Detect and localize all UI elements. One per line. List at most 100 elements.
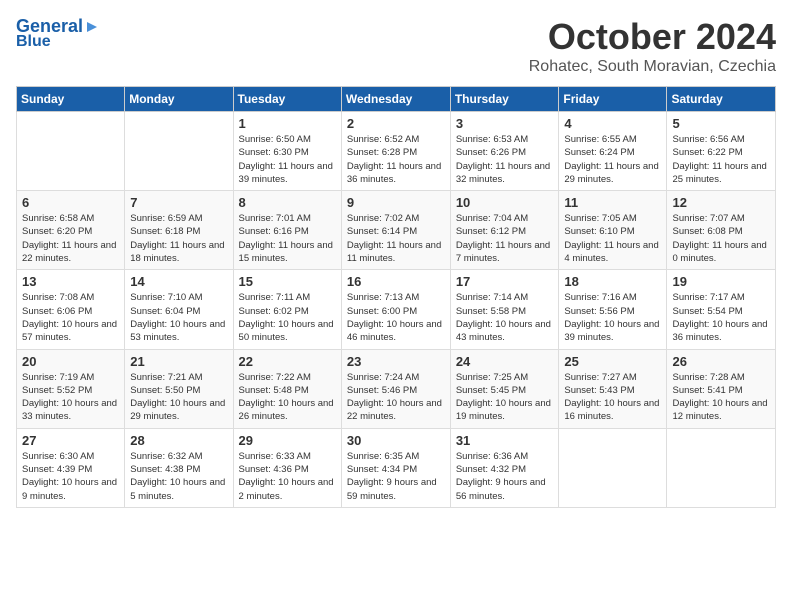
day-cell: 6Sunrise: 6:58 AM Sunset: 6:20 PM Daylig… [17,191,125,270]
day-cell: 30 Sunrise: 6:35 AM Sunset: 4:34 PM Dayli… [341,428,450,507]
location-subtitle: Rohatec, South Moravian, Czechia [529,58,776,76]
day-detail: Sunrise: 7:27 AM Sunset: 5:43 PM Dayligh… [564,371,661,424]
header-wednesday: Wednesday [341,87,450,112]
day-number: 5 [672,116,770,131]
day-cell: 8Sunrise: 7:01 AM Sunset: 6:16 PM Daylig… [233,191,341,270]
day-number: 8 [239,195,336,210]
day-number: 23 [347,354,445,369]
day-detail: Sunrise: 7:04 AM Sunset: 6:12 PM Dayligh… [456,212,554,265]
header-sunday: Sunday [17,87,125,112]
day-detail: Sunrise: 6:50 AM Sunset: 6:30 PM Dayligh… [239,133,336,186]
day-number: 22 [239,354,336,369]
day-number: 18 [564,274,661,289]
day-detail: Sunrise: 7:28 AM Sunset: 5:41 PM Dayligh… [672,371,770,424]
day-cell: 5Sunrise: 6:56 AM Sunset: 6:22 PM Daylig… [667,112,776,191]
day-detail: Sunrise: 6:52 AM Sunset: 6:28 PM Dayligh… [347,133,445,186]
day-detail: Sunrise: 7:19 AM Sunset: 5:52 PM Dayligh… [22,371,119,424]
header-monday: Monday [125,87,233,112]
day-number: 19 [672,274,770,289]
header-saturday: Saturday [667,87,776,112]
day-cell: 17 Sunrise: 7:14 AM Sunset: 5:58 PM Dayli… [450,270,559,349]
day-detail: Sunrise: 7:22 AM Sunset: 5:48 PM Dayligh… [239,371,336,424]
day-number: 27 [22,433,119,448]
logo: General Blue [16,16,101,51]
day-cell: 29 Sunrise: 6:33 AM Sunset: 4:36 PM Dayli… [233,428,341,507]
day-cell: 24 Sunrise: 7:25 AM Sunset: 5:45 PM Dayli… [450,349,559,428]
day-detail: Sunrise: 7:13 AM Sunset: 6:00 PM Dayligh… [347,291,445,344]
day-cell: 31 Sunrise: 6:36 AM Sunset: 4:32 PM Dayli… [450,428,559,507]
header-tuesday: Tuesday [233,87,341,112]
logo-blue-text: Blue [16,33,51,50]
day-number: 31 [456,433,554,448]
day-number: 13 [22,274,119,289]
day-cell: 27Sunrise: 6:30 AM Sunset: 4:39 PM Dayli… [17,428,125,507]
day-cell [125,112,233,191]
title-block: October 2024 Rohatec, South Moravian, Cz… [529,16,776,76]
day-cell [667,428,776,507]
day-cell: 22 Sunrise: 7:22 AM Sunset: 5:48 PM Dayli… [233,349,341,428]
day-number: 9 [347,195,445,210]
day-detail: Sunrise: 6:36 AM Sunset: 4:32 PM Dayligh… [456,450,554,503]
day-detail: Sunrise: 7:17 AM Sunset: 5:54 PM Dayligh… [672,291,770,344]
day-cell: 28 Sunrise: 6:32 AM Sunset: 4:38 PM Dayli… [125,428,233,507]
day-number: 26 [672,354,770,369]
day-cell [559,428,667,507]
day-detail: Sunrise: 7:10 AM Sunset: 6:04 PM Dayligh… [130,291,227,344]
day-cell: 14 Sunrise: 7:10 AM Sunset: 6:04 PM Dayli… [125,270,233,349]
day-detail: Sunrise: 6:59 AM Sunset: 6:18 PM Dayligh… [130,212,227,265]
day-detail: Sunrise: 6:33 AM Sunset: 4:36 PM Dayligh… [239,450,336,503]
day-cell: 1 Sunrise: 6:50 AM Sunset: 6:30 PM Daylig… [233,112,341,191]
day-detail: Sunrise: 7:07 AM Sunset: 6:08 PM Dayligh… [672,212,770,265]
day-cell: 9 Sunrise: 7:02 AM Sunset: 6:14 PM Daylig… [341,191,450,270]
day-detail: Sunrise: 6:35 AM Sunset: 4:34 PM Dayligh… [347,450,445,503]
week-row-4: 20 Sunrise: 7:19 AM Sunset: 5:52 PM Dayli… [17,349,776,428]
header-thursday: Thursday [450,87,559,112]
day-detail: Sunrise: 6:53 AM Sunset: 6:26 PM Dayligh… [456,133,554,186]
day-cell: 26 Sunrise: 7:28 AM Sunset: 5:41 PM Dayli… [667,349,776,428]
day-cell: 13 Sunrise: 7:08 AM Sunset: 6:06 PM Dayli… [17,270,125,349]
day-cell: 2Sunrise: 6:52 AM Sunset: 6:28 PM Daylig… [341,112,450,191]
day-detail: Sunrise: 7:16 AM Sunset: 5:56 PM Dayligh… [564,291,661,344]
logo-arrow-icon [83,18,101,36]
day-number: 6 [22,195,119,210]
day-cell: 25Sunrise: 7:27 AM Sunset: 5:43 PM Dayli… [559,349,667,428]
week-row-1: 1 Sunrise: 6:50 AM Sunset: 6:30 PM Daylig… [17,112,776,191]
month-title: October 2024 [529,16,776,58]
day-detail: Sunrise: 7:11 AM Sunset: 6:02 PM Dayligh… [239,291,336,344]
day-number: 30 [347,433,445,448]
day-detail: Sunrise: 7:02 AM Sunset: 6:14 PM Dayligh… [347,212,445,265]
day-cell: 18 Sunrise: 7:16 AM Sunset: 5:56 PM Dayli… [559,270,667,349]
day-number: 24 [456,354,554,369]
day-cell: 20 Sunrise: 7:19 AM Sunset: 5:52 PM Dayli… [17,349,125,428]
day-detail: Sunrise: 6:32 AM Sunset: 4:38 PM Dayligh… [130,450,227,503]
day-number: 1 [239,116,336,131]
day-cell: 23 Sunrise: 7:24 AM Sunset: 5:46 PM Dayli… [341,349,450,428]
day-detail: Sunrise: 7:14 AM Sunset: 5:58 PM Dayligh… [456,291,554,344]
week-row-2: 6Sunrise: 6:58 AM Sunset: 6:20 PM Daylig… [17,191,776,270]
day-cell: 7Sunrise: 6:59 AM Sunset: 6:18 PM Daylig… [125,191,233,270]
day-number: 28 [130,433,227,448]
day-cell: 19 Sunrise: 7:17 AM Sunset: 5:54 PM Dayli… [667,270,776,349]
day-number: 17 [456,274,554,289]
day-cell: 11Sunrise: 7:05 AM Sunset: 6:10 PM Dayli… [559,191,667,270]
day-cell: 10Sunrise: 7:04 AM Sunset: 6:12 PM Dayli… [450,191,559,270]
day-cell: 12Sunrise: 7:07 AM Sunset: 6:08 PM Dayli… [667,191,776,270]
day-number: 15 [239,274,336,289]
day-detail: Sunrise: 7:21 AM Sunset: 5:50 PM Dayligh… [130,371,227,424]
calendar-header-row: SundayMondayTuesdayWednesdayThursdayFrid… [17,87,776,112]
page-header: General Blue October 2024 Rohatec, South… [16,16,776,76]
day-detail: Sunrise: 7:25 AM Sunset: 5:45 PM Dayligh… [456,371,554,424]
day-cell: 21 Sunrise: 7:21 AM Sunset: 5:50 PM Dayli… [125,349,233,428]
day-number: 3 [456,116,554,131]
day-cell: 16 Sunrise: 7:13 AM Sunset: 6:00 PM Dayli… [341,270,450,349]
day-number: 29 [239,433,336,448]
day-cell: 3 Sunrise: 6:53 AM Sunset: 6:26 PM Daylig… [450,112,559,191]
day-number: 11 [564,195,661,210]
day-number: 14 [130,274,227,289]
day-number: 16 [347,274,445,289]
day-number: 21 [130,354,227,369]
day-number: 20 [22,354,119,369]
day-detail: Sunrise: 7:08 AM Sunset: 6:06 PM Dayligh… [22,291,119,344]
day-detail: Sunrise: 7:24 AM Sunset: 5:46 PM Dayligh… [347,371,445,424]
week-row-3: 13 Sunrise: 7:08 AM Sunset: 6:06 PM Dayli… [17,270,776,349]
